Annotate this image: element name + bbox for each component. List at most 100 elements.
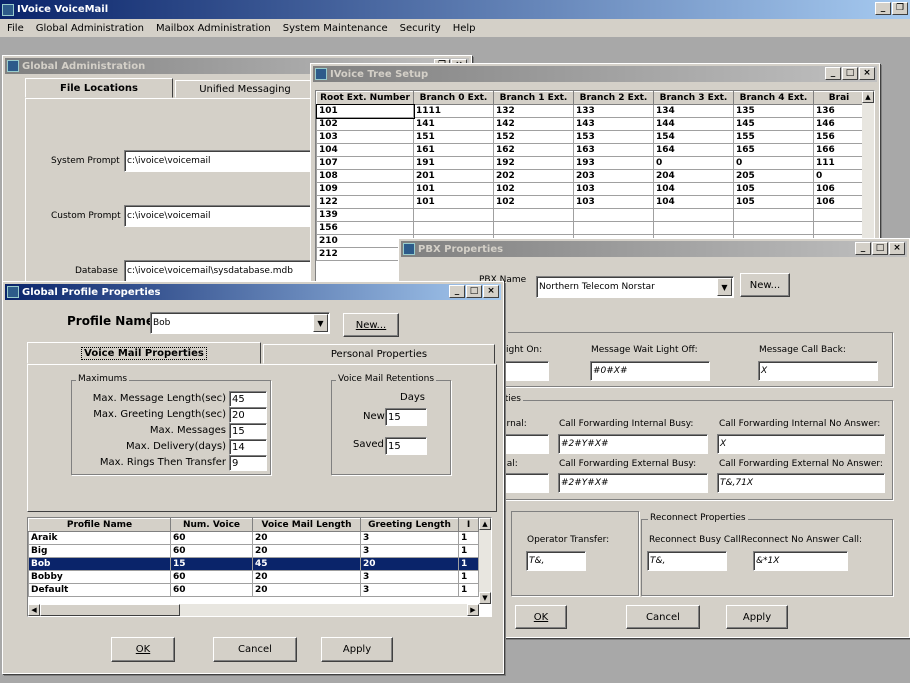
max-field-input[interactable]: 15 [229,423,267,439]
menu-mailbox-administration[interactable]: Mailbox Administration [156,23,271,34]
minimize-icon[interactable]: _ [825,67,841,80]
table-cell[interactable]: 155 [733,130,814,144]
max-field-input[interactable]: 45 [229,391,267,407]
table-cell[interactable]: 136 [813,104,865,118]
internal-field[interactable] [501,434,549,454]
profile-new-button[interactable]: New... [343,313,399,337]
profile-ok-button[interactable]: OK [111,637,175,662]
tab-unified-messaging[interactable]: Unified Messaging [175,80,315,98]
table-cell[interactable]: 105 [733,182,814,196]
table-cell[interactable]: Bob [28,557,171,571]
table-cell[interactable]: 1 [458,583,479,597]
max-field-input[interactable]: 9 [229,455,267,471]
table-cell[interactable]: 15 [170,557,253,571]
max-field-input[interactable]: 20 [229,407,267,423]
custom-prompt-field[interactable]: c:\ivoice\voicemail [124,205,314,227]
table-cell[interactable]: 141 [413,117,494,131]
scroll-down-icon[interactable]: ▼ [479,592,491,604]
column-header[interactable]: Num. Voice [170,518,253,532]
column-header[interactable]: Branch 0 Ext. [413,91,494,105]
table-cell[interactable]: 139 [316,208,414,222]
table-row[interactable]: 101 1111 132 133 134 135 136 [316,103,865,119]
database-field[interactable]: c:\ivoice\voicemail\sysdatabase.mdb [124,260,314,282]
column-header[interactable]: Brai [813,91,865,105]
tab-voice-mail-properties[interactable]: Voice Mail Properties [27,342,261,364]
table-cell[interactable]: 151 [413,130,494,144]
table-cell[interactable]: 107 [316,156,414,170]
max-field-input[interactable]: 14 [229,439,267,455]
column-header[interactable]: Branch 2 Ext. [573,91,654,105]
pbx-cancel-button[interactable]: Cancel [626,605,700,629]
table-cell[interactable]: 133 [573,104,654,118]
table-cell[interactable]: 122 [316,195,414,209]
table-cell[interactable]: 0 [813,169,865,183]
menu-file[interactable]: File [7,23,24,34]
cf-internal-noans-field[interactable]: X [717,434,885,454]
table-cell[interactable]: 161 [413,143,494,157]
table-cell[interactable]: 20 [252,570,361,584]
table-cell[interactable]: 193 [573,156,654,170]
tab-personal-properties[interactable]: Personal Properties [263,344,495,364]
table-cell[interactable] [413,208,494,222]
table-cell[interactable] [653,208,734,222]
table-cell[interactable]: 192 [493,156,574,170]
table-cell[interactable]: 163 [573,143,654,157]
table-row[interactable]: 103 151 152 153 154 155 156 [316,130,865,144]
table-cell[interactable]: 1 [458,544,479,558]
table-cell[interactable]: 104 [653,195,734,209]
close-icon[interactable]: × [889,242,905,255]
table-cell[interactable]: 20 [360,557,459,571]
pbx-new-button[interactable]: New... [740,273,790,297]
table-row[interactable]: 122 101 102 103 104 105 106 [316,195,865,209]
table-cell[interactable]: 111 [813,156,865,170]
menu-security[interactable]: Security [400,23,441,34]
table-cell[interactable]: 1 [458,570,479,584]
table-cell[interactable] [493,221,574,235]
table-cell[interactable]: 153 [573,130,654,144]
table-cell[interactable]: 143 [573,117,654,131]
table-cell[interactable]: 3 [360,531,459,545]
pbx-ok-button[interactable]: OK [515,605,567,629]
table-row[interactable]: 104 161 162 163 164 165 166 [316,143,865,157]
table-cell[interactable]: 104 [316,143,414,157]
table-cell[interactable]: 102 [493,195,574,209]
table-cell[interactable]: 205 [733,169,814,183]
table-cell[interactable]: 154 [653,130,734,144]
maximize-icon[interactable]: □ [872,242,888,255]
table-cell[interactable]: 164 [653,143,734,157]
table-cell[interactable]: 20 [252,531,361,545]
saved-field[interactable]: 15 [385,437,427,455]
table-cell[interactable] [653,221,734,235]
table-cell[interactable]: 3 [360,544,459,558]
menu-global-administration[interactable]: Global Administration [36,23,144,34]
menu-system-maintenance[interactable]: System Maintenance [283,23,388,34]
column-header[interactable]: I [458,518,479,532]
cf-external-busy-field[interactable]: #2#Y#X# [558,473,708,493]
table-row[interactable]: Big 60 20 3 1 [28,544,479,558]
table-cell[interactable] [573,208,654,222]
chevron-down-icon[interactable]: ▼ [313,314,328,332]
table-cell[interactable] [813,221,865,235]
external-field[interactable] [501,473,549,493]
table-cell[interactable]: 101 [413,182,494,196]
tab-file-locations[interactable]: File Locations [25,78,173,98]
scroll-left-icon[interactable]: ◀ [28,604,40,616]
minimize-icon[interactable]: _ [855,242,871,255]
table-row[interactable]: 108 201 202 203 204 205 0 [316,169,865,183]
table-cell[interactable] [413,221,494,235]
operator-transfer-field[interactable]: T&, [526,551,586,571]
table-cell[interactable]: 132 [493,104,574,118]
profile-cancel-button[interactable]: Cancel [213,637,297,662]
pbx-apply-button[interactable]: Apply [726,605,788,629]
table-cell[interactable]: 0 [653,156,734,170]
column-header[interactable]: Greeting Length [360,518,459,532]
table-cell[interactable]: Big [28,544,171,558]
table-cell[interactable]: Araik [28,531,171,545]
table-cell[interactable]: 106 [813,195,865,209]
table-cell[interactable]: 104 [653,182,734,196]
table-cell[interactable] [733,221,814,235]
menu-help[interactable]: Help [453,23,476,34]
table-cell[interactable] [493,208,574,222]
table-cell[interactable] [733,208,814,222]
table-cell[interactable]: 203 [573,169,654,183]
